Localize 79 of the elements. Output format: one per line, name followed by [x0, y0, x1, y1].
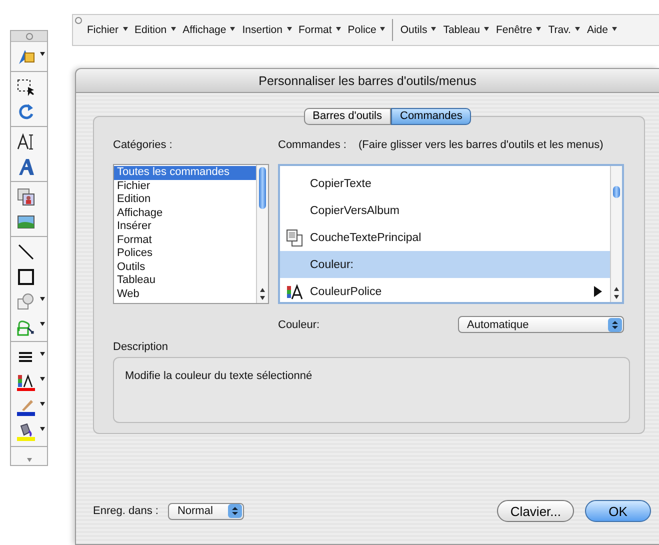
scroll-thumb[interactable]	[613, 186, 620, 198]
scrollbar[interactable]	[610, 166, 622, 302]
menu-item[interactable]: Edition	[134, 24, 176, 36]
menu-item[interactable]: Fenêtre	[496, 24, 542, 36]
command-item[interactable]: CoucheTextePrincipal	[280, 224, 610, 251]
clipart-icon	[16, 186, 36, 206]
category-item[interactable]: Affichage	[114, 206, 256, 220]
category-item[interactable]: Format	[114, 234, 256, 247]
caret-icon	[26, 458, 32, 462]
command-item[interactable]: CopierTexte	[280, 170, 610, 197]
caret-icon	[336, 26, 341, 30]
description-label: Description	[113, 341, 170, 355]
scroll-thumb[interactable]	[259, 167, 266, 209]
ok-button[interactable]: OK	[585, 500, 651, 522]
caret-icon	[170, 26, 176, 30]
caret-icon	[40, 377, 45, 381]
menu-item[interactable]: Affichage	[182, 24, 236, 36]
categories-label: Catégories :	[113, 139, 174, 153]
command-item[interactable]: CopierVersAlbum	[280, 197, 610, 224]
caret-icon	[484, 26, 489, 30]
color-label: Couleur:	[278, 318, 320, 330]
caret-icon	[574, 26, 580, 30]
caret-icon	[40, 322, 45, 326]
stepper-icon	[228, 504, 242, 518]
command-item[interactable]: Couleur:	[280, 251, 610, 278]
menu-item[interactable]: Trav.	[548, 24, 580, 36]
category-item[interactable]: Polices	[114, 247, 256, 260]
menu-item[interactable]: Outils	[400, 24, 436, 36]
caret-icon	[536, 26, 542, 30]
save-in-label: Enreg. dans :	[93, 505, 158, 517]
caret-icon	[40, 402, 45, 406]
description-text: Modifie la couleur du texte sélectionné	[125, 370, 312, 382]
line-icon	[16, 242, 36, 262]
category-item[interactable]: Edition	[114, 193, 256, 206]
rotate-icon	[16, 102, 36, 122]
window-title: Personnaliser les barres d'outils/menus	[258, 74, 476, 88]
menu-item[interactable]: Police	[348, 24, 386, 36]
caret-icon	[431, 26, 436, 30]
font-color-icon	[286, 282, 304, 300]
rectangle-icon	[16, 266, 36, 286]
menu-item[interactable]: Aide	[586, 24, 617, 36]
tab[interactable]: Barres d'outils	[304, 108, 391, 125]
fill-color-icon	[16, 422, 36, 442]
tab[interactable]: Commandes	[391, 108, 472, 125]
wordart-icon	[16, 156, 36, 176]
caret-icon	[122, 26, 128, 30]
caret-icon	[40, 52, 45, 56]
submenu-arrow-icon	[594, 286, 602, 297]
commands-hint: (Faire glisser vers les barres d'outils et les menus)	[358, 139, 604, 153]
textbox-icon	[16, 132, 36, 152]
caret-icon	[286, 26, 292, 30]
caret-icon	[612, 26, 617, 30]
menu-item[interactable]: Tableau	[443, 24, 489, 36]
scroll-arrows-icon[interactable]	[258, 286, 267, 302]
color-popup[interactable]: Automatique	[458, 316, 624, 333]
commands-label: Commandes :	[278, 139, 346, 153]
category-item[interactable]: Outils	[114, 260, 256, 274]
caret-icon	[40, 297, 45, 301]
menu-item[interactable]: Insertion	[242, 24, 292, 36]
caret-icon	[40, 352, 45, 356]
category-item[interactable]: Insérer	[114, 220, 256, 234]
menu-item[interactable]: Format	[298, 24, 341, 36]
category-item[interactable]: Web	[114, 288, 256, 301]
scroll-arrows-icon[interactable]	[612, 285, 621, 301]
menu-item[interactable]: Fichier	[87, 24, 128, 36]
category-item[interactable]: Toutes les commandes	[114, 166, 256, 180]
category-item[interactable]: Fichier	[114, 180, 256, 193]
caret-icon	[40, 427, 45, 431]
caret-icon	[230, 26, 236, 30]
save-in-popup[interactable]: Normal	[168, 502, 244, 520]
marquee-icon	[16, 76, 36, 96]
command-item[interactable]: CouleurPolice	[280, 278, 610, 305]
shapes-icon	[16, 292, 36, 312]
category-item[interactable]: Tableau	[114, 274, 256, 288]
keyboard-button[interactable]: Clavier...	[497, 500, 574, 522]
pages-icon	[286, 228, 304, 246]
caret-icon	[380, 26, 386, 30]
scrollbar[interactable]	[256, 165, 268, 303]
stepper-icon	[608, 318, 622, 332]
